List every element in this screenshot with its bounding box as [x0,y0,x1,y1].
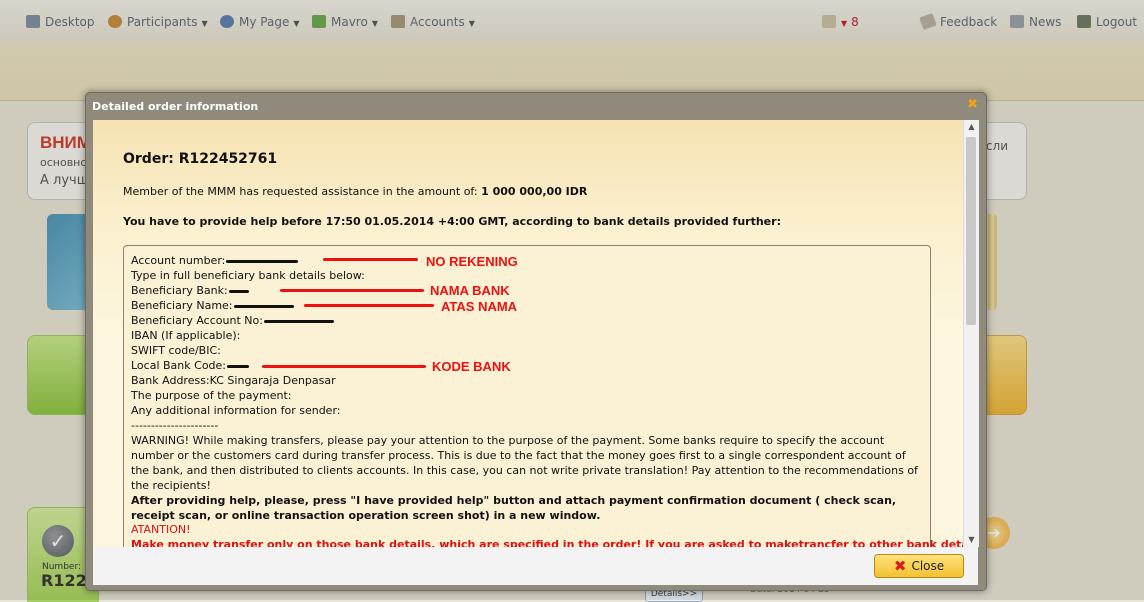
deadline-line: You have to provide help before 17:50 01… [123,215,781,228]
account-number-row: Account number: [131,254,299,267]
scroll-down-arrow[interactable]: ▼ [964,533,979,547]
annotation-kode-bank: KODE BANK [432,359,511,374]
bank-address-row: Bank Address:KC Singaraja Denpasar [131,374,336,387]
request-amount: 1 000 000,00 IDR [481,185,588,198]
purpose-row: The purpose of the payment: [131,389,292,402]
iban-row: IBAN (If applicable): [131,329,241,342]
annotation-arrow [280,289,424,292]
scroll-up-arrow[interactable]: ▲ [964,120,979,134]
beneficiary-bank-row: Beneficiary Bank: [131,284,249,297]
dialog-content: Order: R122452761 Member of the MMM has … [93,120,963,547]
order-details-dialog: Detailed order information ✖ Order: R122… [85,92,987,591]
additional-info-row: Any additional information for sender: [131,404,341,417]
swift-row: SWIFT code/BIC: [131,344,221,357]
attention-label: ATANTION! [131,523,191,536]
annotation-nama-bank: NAMA BANK [430,283,510,298]
redaction-mark [228,289,249,293]
separator-line: ---------------------- [131,419,219,432]
redaction-mark [226,259,299,263]
annotation-no-rekening: NO REKENING [426,254,518,269]
redaction-mark [263,319,334,323]
scroll-thumb[interactable] [966,137,976,325]
beneficiary-name-row: Beneficiary Name: [131,299,294,312]
annotation-arrow [323,258,418,261]
annotation-atas-nama: ATAS NAMA [441,299,518,314]
warning-paragraph: WARNING! While making transfers, please … [131,434,918,492]
order-title: Order: R122452761 [123,151,278,167]
redaction-mark [233,304,294,308]
bank-details-box: Account number: Type in full beneficiary… [123,245,963,547]
annotation-arrow [304,304,434,307]
dialog-footer: ✖ Close [93,547,978,585]
dialog-title: Detailed order information [92,100,259,113]
beneficiary-account-row: Beneficiary Account No: [131,314,334,327]
request-amount-line: Member of the MMM has requested assistan… [123,185,588,198]
redaction-mark [227,364,249,368]
close-button[interactable]: ✖ Close [874,554,964,578]
local-bank-code-row: Local Bank Code: [131,359,249,372]
after-help-paragraph: After providing help, please, press "I h… [131,494,897,522]
dialog-scrollbar[interactable]: ▲ ▼ [963,120,979,547]
type-full-row: Type in full beneficiary bank details be… [131,269,365,282]
close-icon[interactable]: ✖ [967,97,978,112]
close-icon: ✖ [893,557,907,575]
transfer-warning: Make money transfer only on those bank d… [131,538,963,547]
annotation-arrow [262,365,426,368]
